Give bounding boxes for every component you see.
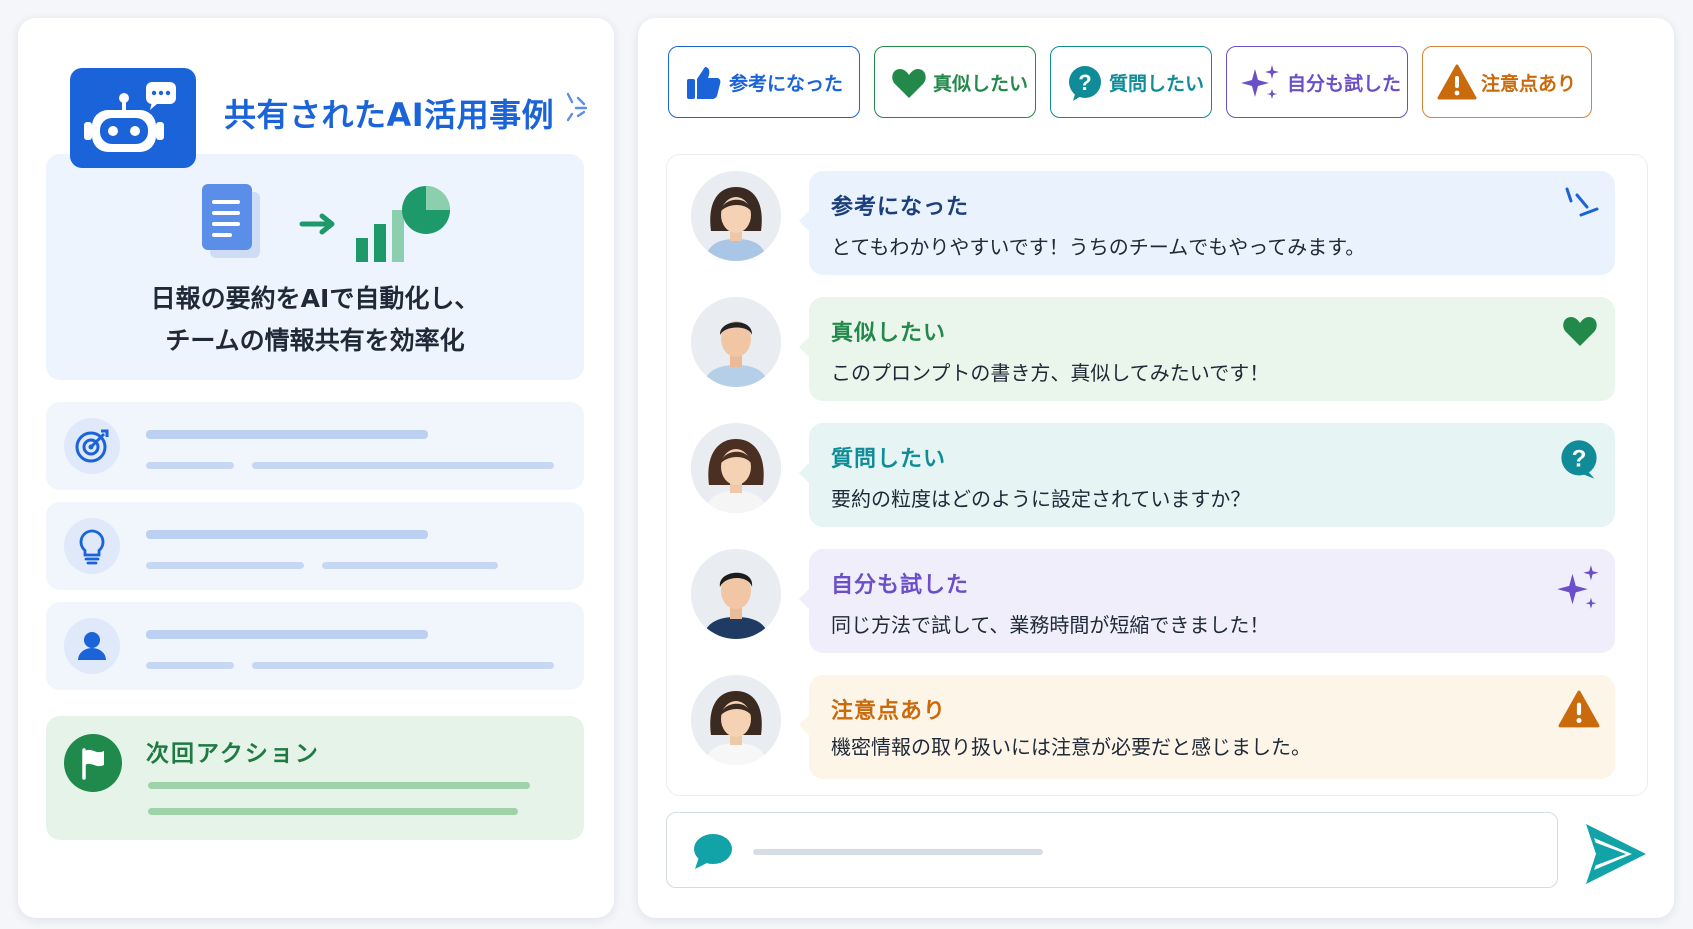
avatar [691,171,781,261]
comment-text: 同じ方法で試して、業務時間が短縮できました！ [831,613,1270,637]
reaction-button-question[interactable]: ? 質問したい [1050,46,1212,118]
reaction-label: 質問したい [1109,73,1205,95]
avatar [691,549,781,639]
comment-text: このプロンプトの書き方、真似してみたいです！ [831,361,1270,385]
comment-text: とてもわかりやすいです！うちのチームでもやってみます。 [831,235,1366,259]
case-summary-line-2: チームの情報共有を効率化 [165,326,465,355]
placeholder-bar [146,530,428,539]
warning-icon [1437,64,1477,100]
heart-icon [1563,317,1597,346]
feedback-panel: 参考になった 真似したい ? 質問したい 自分も試した 注意点あり 参考になった… [638,18,1674,918]
avatar [691,675,781,765]
reaction-label: 参考になった [729,73,844,95]
comment-bubble: 真似したい このプロンプトの書き方、真似してみたいです！ [799,297,1615,401]
chat-bubble-icon [694,834,732,869]
comment-bubble: 注意点あり 機密情報の取り扱いには注意が必要だと感じました。 [799,675,1615,779]
comment-text: 機密情報の取り扱いには注意が必要だと感じました。 [831,735,1311,759]
case-summary-line-1: 日報の要約をAIで自動化し、 [150,284,480,313]
placeholder-bar [148,782,530,789]
info-item-person [46,602,584,690]
placeholder-bar [146,630,428,639]
placeholder-bar [146,562,304,569]
case-summary-panel: 日報の要約をAIで自動化し、 チームの情報共有を効率化 共有されたAI活用事例 [18,18,614,918]
panel-title: 共有されたAI活用事例 [224,96,555,134]
next-action-card: 次回アクション [46,716,584,840]
reaction-label: 注意点あり [1481,73,1577,95]
thumbs-up-icon [687,67,721,99]
avatar [691,297,781,387]
comment-title: 真似したい [831,321,947,346]
placeholder-bar [146,662,234,669]
comment-title: 注意点あり [831,699,947,724]
placeholder-bar [148,808,518,815]
comment-title: 参考になった [831,195,970,220]
placeholder-bar [146,462,234,469]
svg-text:?: ? [1078,70,1091,95]
comment-title: 自分も試した [831,573,970,598]
comment-text: 要約の粒度はどのように設定されていますか？ [831,487,1251,511]
reaction-label: 真似したい [933,73,1029,95]
comment-title: 質問したい [831,447,947,472]
reaction-button-caution[interactable]: 注意点あり [1422,46,1592,118]
comment-bubble: 質問したい 要約の粒度はどのように設定されていますか？ ? [799,423,1615,527]
sparkle-icon [1557,565,1599,609]
burst-icon [566,92,588,122]
question-icon: ? [1069,66,1101,101]
target-icon [64,418,120,474]
question-icon: ? [1561,440,1597,479]
info-item-goal [46,402,584,490]
sparkle-icon [1241,65,1279,99]
warning-icon [1558,690,1600,728]
flag-icon [64,734,122,792]
message-input[interactable] [666,812,1558,888]
next-action-label: 次回アクション [146,741,320,767]
placeholder-bar [252,662,554,669]
comment-list: 参考になった とてもわかりやすいです！うちのチームでもやってみます。 真似したい… [666,154,1648,796]
person-icon [64,618,120,674]
input-placeholder-line [753,849,1043,855]
info-item-idea [46,502,584,590]
comment-bubble: 参考になった とてもわかりやすいです！うちのチームでもやってみます。 [799,171,1615,275]
placeholder-bar [146,430,428,439]
reaction-button-tried-it[interactable]: 自分も試した [1226,46,1408,118]
case-summary-text: 日報の要約をAIで自動化し、 チームの情報共有を効率化 [46,278,584,362]
reaction-button-helpful[interactable]: 参考になった [668,46,860,118]
document-to-chart-illustration [202,184,450,262]
svg-text:?: ? [1572,446,1587,473]
placeholder-bar [252,462,554,469]
case-hero-card: 日報の要約をAIで自動化し、 チームの情報共有を効率化 [46,154,584,380]
heart-icon [892,69,926,98]
avatar [691,423,781,513]
robot-icon [70,68,196,168]
comment-bubble: 自分も試した 同じ方法で試して、業務時間が短縮できました！ [799,549,1615,653]
lightbulb-icon [64,518,120,574]
reaction-label: 自分も試した [1287,73,1402,95]
send-icon[interactable] [1580,818,1650,888]
burst-icon [1565,187,1599,217]
reaction-button-want-to-copy[interactable]: 真似したい [874,46,1036,118]
placeholder-bar [322,562,498,569]
